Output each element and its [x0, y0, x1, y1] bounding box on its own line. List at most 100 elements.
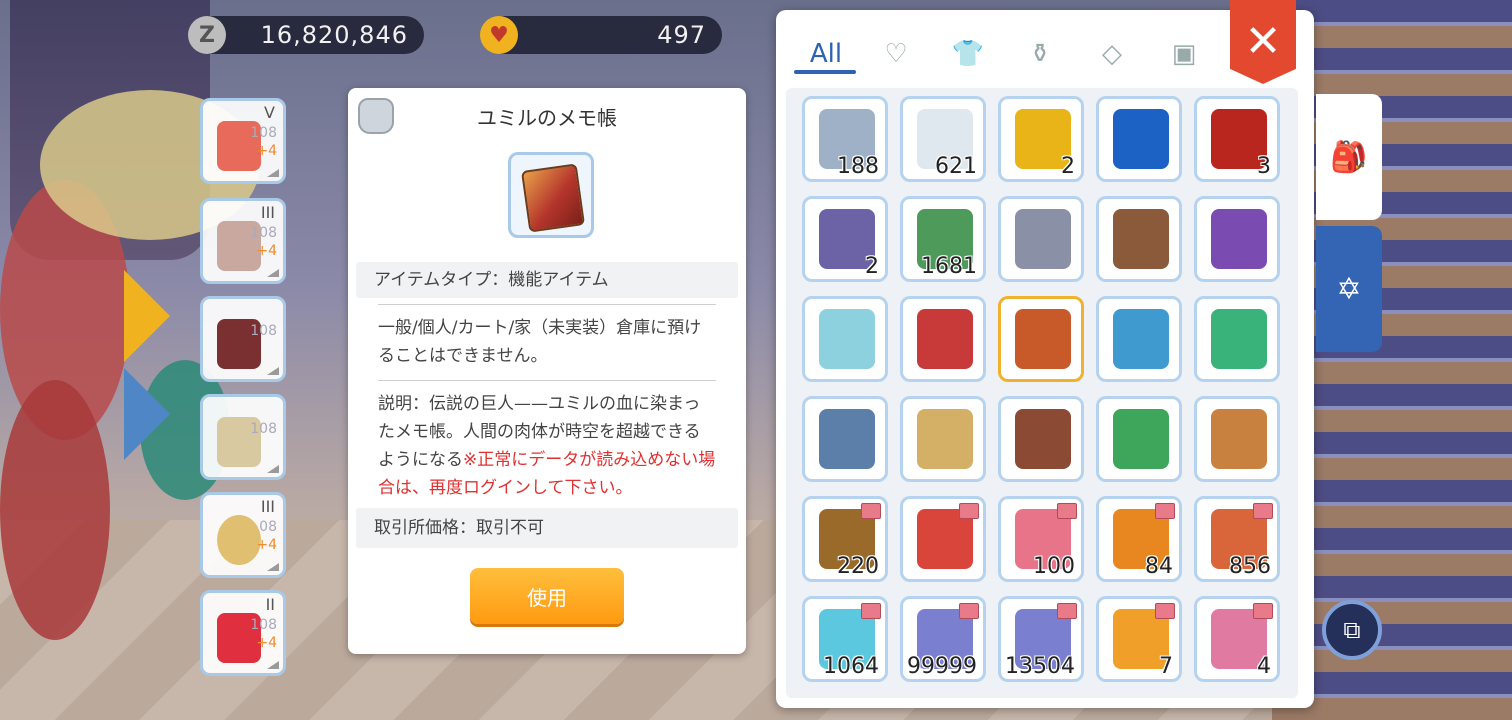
shop-icon [1253, 503, 1273, 519]
tab-indicator [794, 70, 856, 74]
shirt-icon[interactable]: 👕 [938, 30, 998, 78]
equip-slot[interactable]: 108 [200, 394, 286, 480]
close-button[interactable]: ✕ [1230, 0, 1296, 84]
description-row: 説明：伝説の巨人——ユミルの血に染まったメモ帳。人間の肉体が時空を超越できるよう… [356, 390, 738, 502]
item-icon [1211, 309, 1267, 369]
inventory-slot[interactable] [998, 296, 1084, 382]
item-large-icon [508, 152, 594, 238]
equip-refine: +4 [256, 243, 277, 259]
inventory-slot[interactable]: 1064 [802, 596, 888, 682]
bag-tab[interactable]: 🎒 [1316, 94, 1382, 220]
inventory-slot[interactable]: 100 [998, 496, 1084, 582]
potion-icon[interactable]: ⚱ [1010, 30, 1070, 78]
inventory-slot[interactable]: 220 [802, 496, 888, 582]
gem-counter: ♥ 497 [480, 16, 722, 54]
inventory-slot[interactable] [1096, 196, 1182, 282]
item-icon [819, 309, 875, 369]
item-icon [1015, 309, 1071, 369]
shop-icon [959, 603, 979, 619]
item-quantity: 1681 [921, 254, 977, 279]
shop-icon [1057, 503, 1077, 519]
inventory-slot[interactable]: 2 [802, 196, 888, 282]
equip-level: 08 [259, 519, 277, 535]
item-icon [1211, 209, 1267, 269]
item-quantity: 188 [837, 154, 879, 179]
corner-marker [267, 465, 279, 473]
corner-marker [267, 661, 279, 669]
equip-tier: V [264, 103, 275, 122]
inventory-slot[interactable] [1194, 196, 1280, 282]
equip-level: 108 [250, 225, 277, 241]
equip-slot[interactable]: III 108 +4 [200, 198, 286, 284]
item-quantity: 2 [865, 254, 879, 279]
item-icon [917, 409, 973, 469]
inventory-slot[interactable] [1096, 296, 1182, 382]
equip-slot[interactable]: V 108 +4 [200, 98, 286, 184]
shop-icon [1057, 603, 1077, 619]
inventory-slot[interactable] [900, 496, 986, 582]
inventory-slot[interactable] [998, 196, 1084, 282]
expand-button[interactable]: ⧉ [1322, 600, 1382, 660]
item-icon [1015, 409, 1071, 469]
inventory-slot[interactable] [900, 296, 986, 382]
heart-icon[interactable]: ♡ [866, 30, 926, 78]
inventory-slot[interactable] [1194, 296, 1280, 382]
inventory-slot[interactable]: 1681 [900, 196, 986, 282]
equip-tier: III [260, 497, 275, 516]
shop-icon [1155, 603, 1175, 619]
item-icon [1113, 309, 1169, 369]
equip-item-icon [217, 515, 261, 565]
inventory-slot[interactable]: 188 [802, 96, 888, 182]
inventory-slot[interactable] [1096, 96, 1182, 182]
trade-price-row: 取引所価格：取引不可 [356, 508, 738, 548]
inventory-panel: All ♡ 👕 ⚱ ◇ ▣ ✕ 188 621 2 3 2 1681 220 100 84 856… [776, 0, 1314, 708]
inventory-slot[interactable] [802, 296, 888, 382]
inventory-slot[interactable] [802, 396, 888, 482]
equip-slot[interactable]: 108 [200, 296, 286, 382]
inventory-slot[interactable] [998, 396, 1084, 482]
item-quantity: 220 [837, 554, 879, 579]
zeny-counter: Z 16,820,846 [188, 16, 424, 54]
item-quantity: 3 [1257, 154, 1271, 179]
inventory-slot[interactable]: 856 [1194, 496, 1280, 582]
item-icon [1113, 209, 1169, 269]
zeny-value: 16,820,846 [260, 21, 408, 49]
inventory-slot[interactable]: 2 [998, 96, 1084, 182]
equip-refine: +4 [256, 143, 277, 159]
item-type-row: アイテムタイプ：機能アイテム [356, 262, 738, 298]
backpack-icon: 🎒 [1330, 139, 1368, 175]
inventory-slot[interactable]: 84 [1096, 496, 1182, 582]
item-icon [1113, 409, 1169, 469]
item-quantity: 13504 [1005, 654, 1075, 679]
equipment-tab-arrow[interactable] [124, 270, 170, 362]
item-icon [1211, 409, 1267, 469]
inventory-slot[interactable] [1096, 396, 1182, 482]
corner-marker [267, 367, 279, 375]
diamond-icon[interactable]: ◇ [1082, 30, 1142, 78]
magic-tab[interactable]: ✡ [1316, 226, 1382, 352]
inventory-slot[interactable] [900, 396, 986, 482]
item-quantity: 84 [1145, 554, 1173, 579]
inventory-slot[interactable]: 621 [900, 96, 986, 182]
gem-value: 497 [657, 21, 706, 49]
corner-marker [267, 169, 279, 177]
equip-tier: III [260, 203, 275, 222]
item-icon [917, 309, 973, 369]
equip-slot[interactable]: II 108 +4 [200, 590, 286, 676]
inventory-slot[interactable] [1194, 396, 1280, 482]
memo-book-icon [520, 163, 586, 233]
equip-level: 108 [250, 323, 277, 339]
card-icon[interactable]: ▣ [1154, 30, 1214, 78]
item-icon [1015, 209, 1071, 269]
inventory-slot[interactable]: 99999 [900, 596, 986, 682]
use-button[interactable]: 使用 [470, 568, 624, 624]
inventory-slot[interactable]: 13504 [998, 596, 1084, 682]
zeny-icon: Z [188, 16, 226, 54]
inventory-slot[interactable]: 7 [1096, 596, 1182, 682]
inventory-slot[interactable]: 4 [1194, 596, 1280, 682]
resize-icon: ⧉ [1343, 616, 1361, 644]
equip-refine: +4 [256, 635, 277, 651]
equip-slot[interactable]: III 08 +4 [200, 492, 286, 578]
shop-icon [861, 503, 881, 519]
inventory-slot[interactable]: 3 [1194, 96, 1280, 182]
